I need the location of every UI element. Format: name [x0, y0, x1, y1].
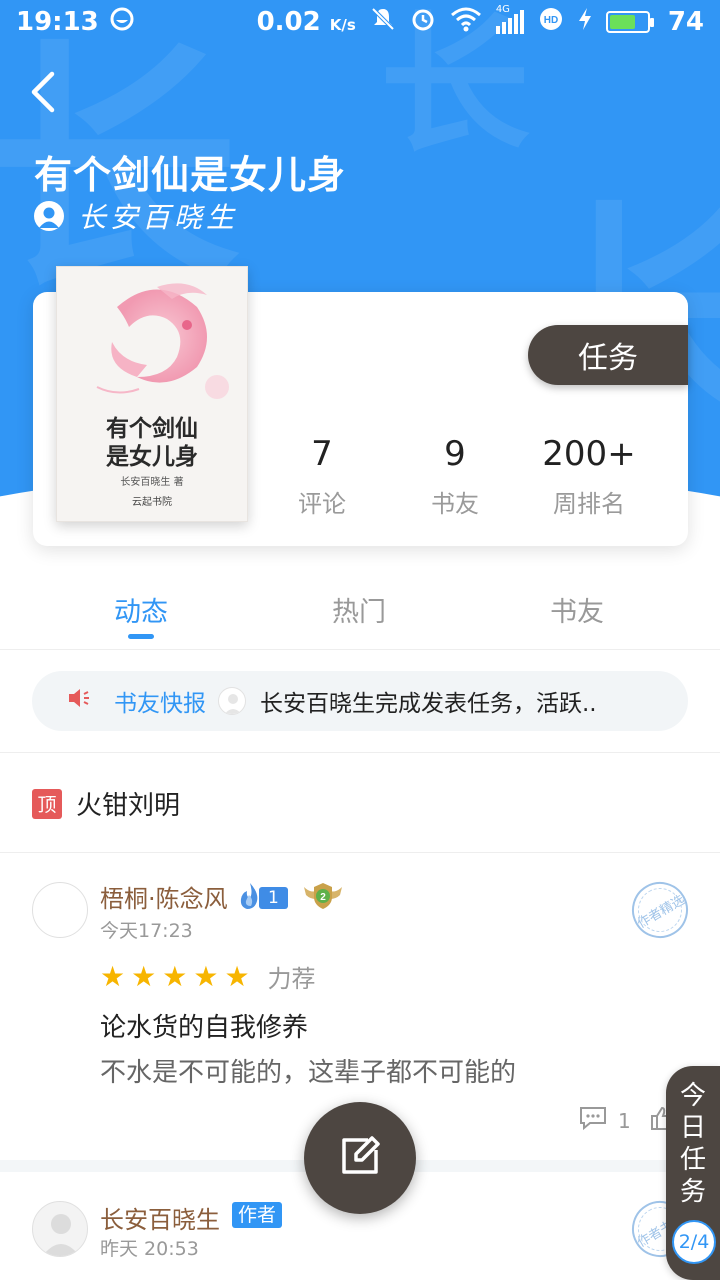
avatar[interactable] [32, 882, 88, 938]
cover-phoenix-illustration [96, 283, 229, 399]
post-time: 昨天 20:53 [100, 1238, 199, 1260]
stat-weekly-rank[interactable]: 200+ 周排名 [519, 432, 659, 519]
daily-task-count: 2/4 [672, 1220, 716, 1264]
author-tag: 作者 [232, 1202, 283, 1228]
divider [0, 752, 720, 753]
mute-icon [370, 6, 396, 39]
post-time: 今天17:23 [100, 920, 193, 942]
cover-title: 有个剑仙 是女儿身 [106, 415, 198, 470]
star-icon: ★ [224, 959, 250, 993]
fan-level-badge: 1 [237, 881, 288, 915]
app-notification-icon [109, 6, 135, 39]
battery-icon [605, 11, 654, 33]
svg-text:HD: HD [544, 15, 558, 26]
daily-task-button[interactable]: 今日任务 2/4 [666, 1066, 720, 1280]
post-username[interactable]: 长安百晓生 [100, 1200, 220, 1235]
post-title[interactable]: 论水货的自我修养 [100, 1007, 308, 1044]
tab-indicator [128, 634, 154, 639]
star-icon: ★ [131, 959, 157, 993]
wifi-icon [450, 6, 482, 39]
star-icon: ★ [100, 959, 126, 993]
daily-task-label: 今日任务 [679, 1081, 706, 1207]
star-icon: ★ [162, 959, 188, 993]
rating-stars: ★ ★ ★ ★ ★ 力荐 [100, 959, 316, 994]
editor-pick-stamp: 作者精选 [621, 871, 699, 949]
svg-text:2: 2 [320, 892, 326, 903]
task-button[interactable]: 任务 [528, 325, 688, 385]
winged-shield-icon: 2 [304, 883, 342, 909]
pinned-post[interactable]: 顶 火钳刘明 [32, 785, 180, 822]
speaker-icon [66, 685, 92, 717]
star-icon: ★ [193, 959, 219, 993]
write-post-button[interactable] [304, 1102, 416, 1214]
rating-label: 力荐 [267, 965, 316, 993]
network-speed: 0.02 K/s [256, 7, 356, 37]
comment-count: 1 [618, 1108, 631, 1133]
ticker-text: 长安百晓生完成发表任务，活跃.. [260, 691, 597, 717]
hd-icon: HD [538, 6, 564, 39]
charging-icon [578, 7, 592, 38]
stat-friends[interactable]: 9 书友 [385, 432, 525, 519]
ticker-label: 书友快报 [114, 691, 206, 717]
chevron-left-icon [22, 71, 66, 122]
comment-icon[interactable] [578, 1105, 608, 1136]
news-ticker[interactable]: 书友快报 长安百晓生完成发表任务，活跃.. [32, 671, 688, 731]
clock: 19:13 [16, 7, 99, 37]
stat-comments[interactable]: 7 评论 [252, 432, 392, 519]
post-body[interactable]: 不水是不可能的，这辈子都不可能的 [100, 1052, 516, 1089]
edit-icon [338, 1134, 382, 1182]
post-username[interactable]: 梧桐·陈念风 [100, 879, 228, 914]
pinned-title: 火钳刘明 [76, 791, 181, 821]
back-button[interactable] [22, 68, 66, 118]
tab-bar: 动态 热门 书友 [0, 572, 720, 650]
tab-activity[interactable]: 动态 [61, 590, 221, 629]
author-name: 长安百晓生 [78, 201, 239, 234]
post-actions: 1 [578, 1105, 677, 1136]
alarm-icon [410, 6, 436, 39]
tab-friends[interactable]: 书友 [497, 590, 657, 629]
rank-badge: 2 [302, 879, 344, 913]
book-cover[interactable]: 有个剑仙 是女儿身 长安百晓生 著 云起书院 [56, 266, 248, 522]
battery-percent: 74 [667, 7, 704, 37]
pinned-badge: 顶 [32, 788, 62, 819]
avatar [218, 687, 246, 715]
book-title: 有个剑仙是女儿身 [34, 153, 347, 197]
author-link[interactable]: 长安百晓生 [34, 196, 238, 236]
cover-author: 长安百晓生 著 [120, 477, 184, 488]
signal-icon: 4G [495, 4, 524, 34]
avatar[interactable] [32, 1201, 88, 1257]
user-icon [34, 201, 64, 231]
cover-publisher: 云起书院 [132, 497, 172, 508]
tab-popular[interactable]: 热门 [279, 590, 439, 629]
status-bar: 19:13 0.02 K/s 4G HD 74 [0, 0, 720, 44]
